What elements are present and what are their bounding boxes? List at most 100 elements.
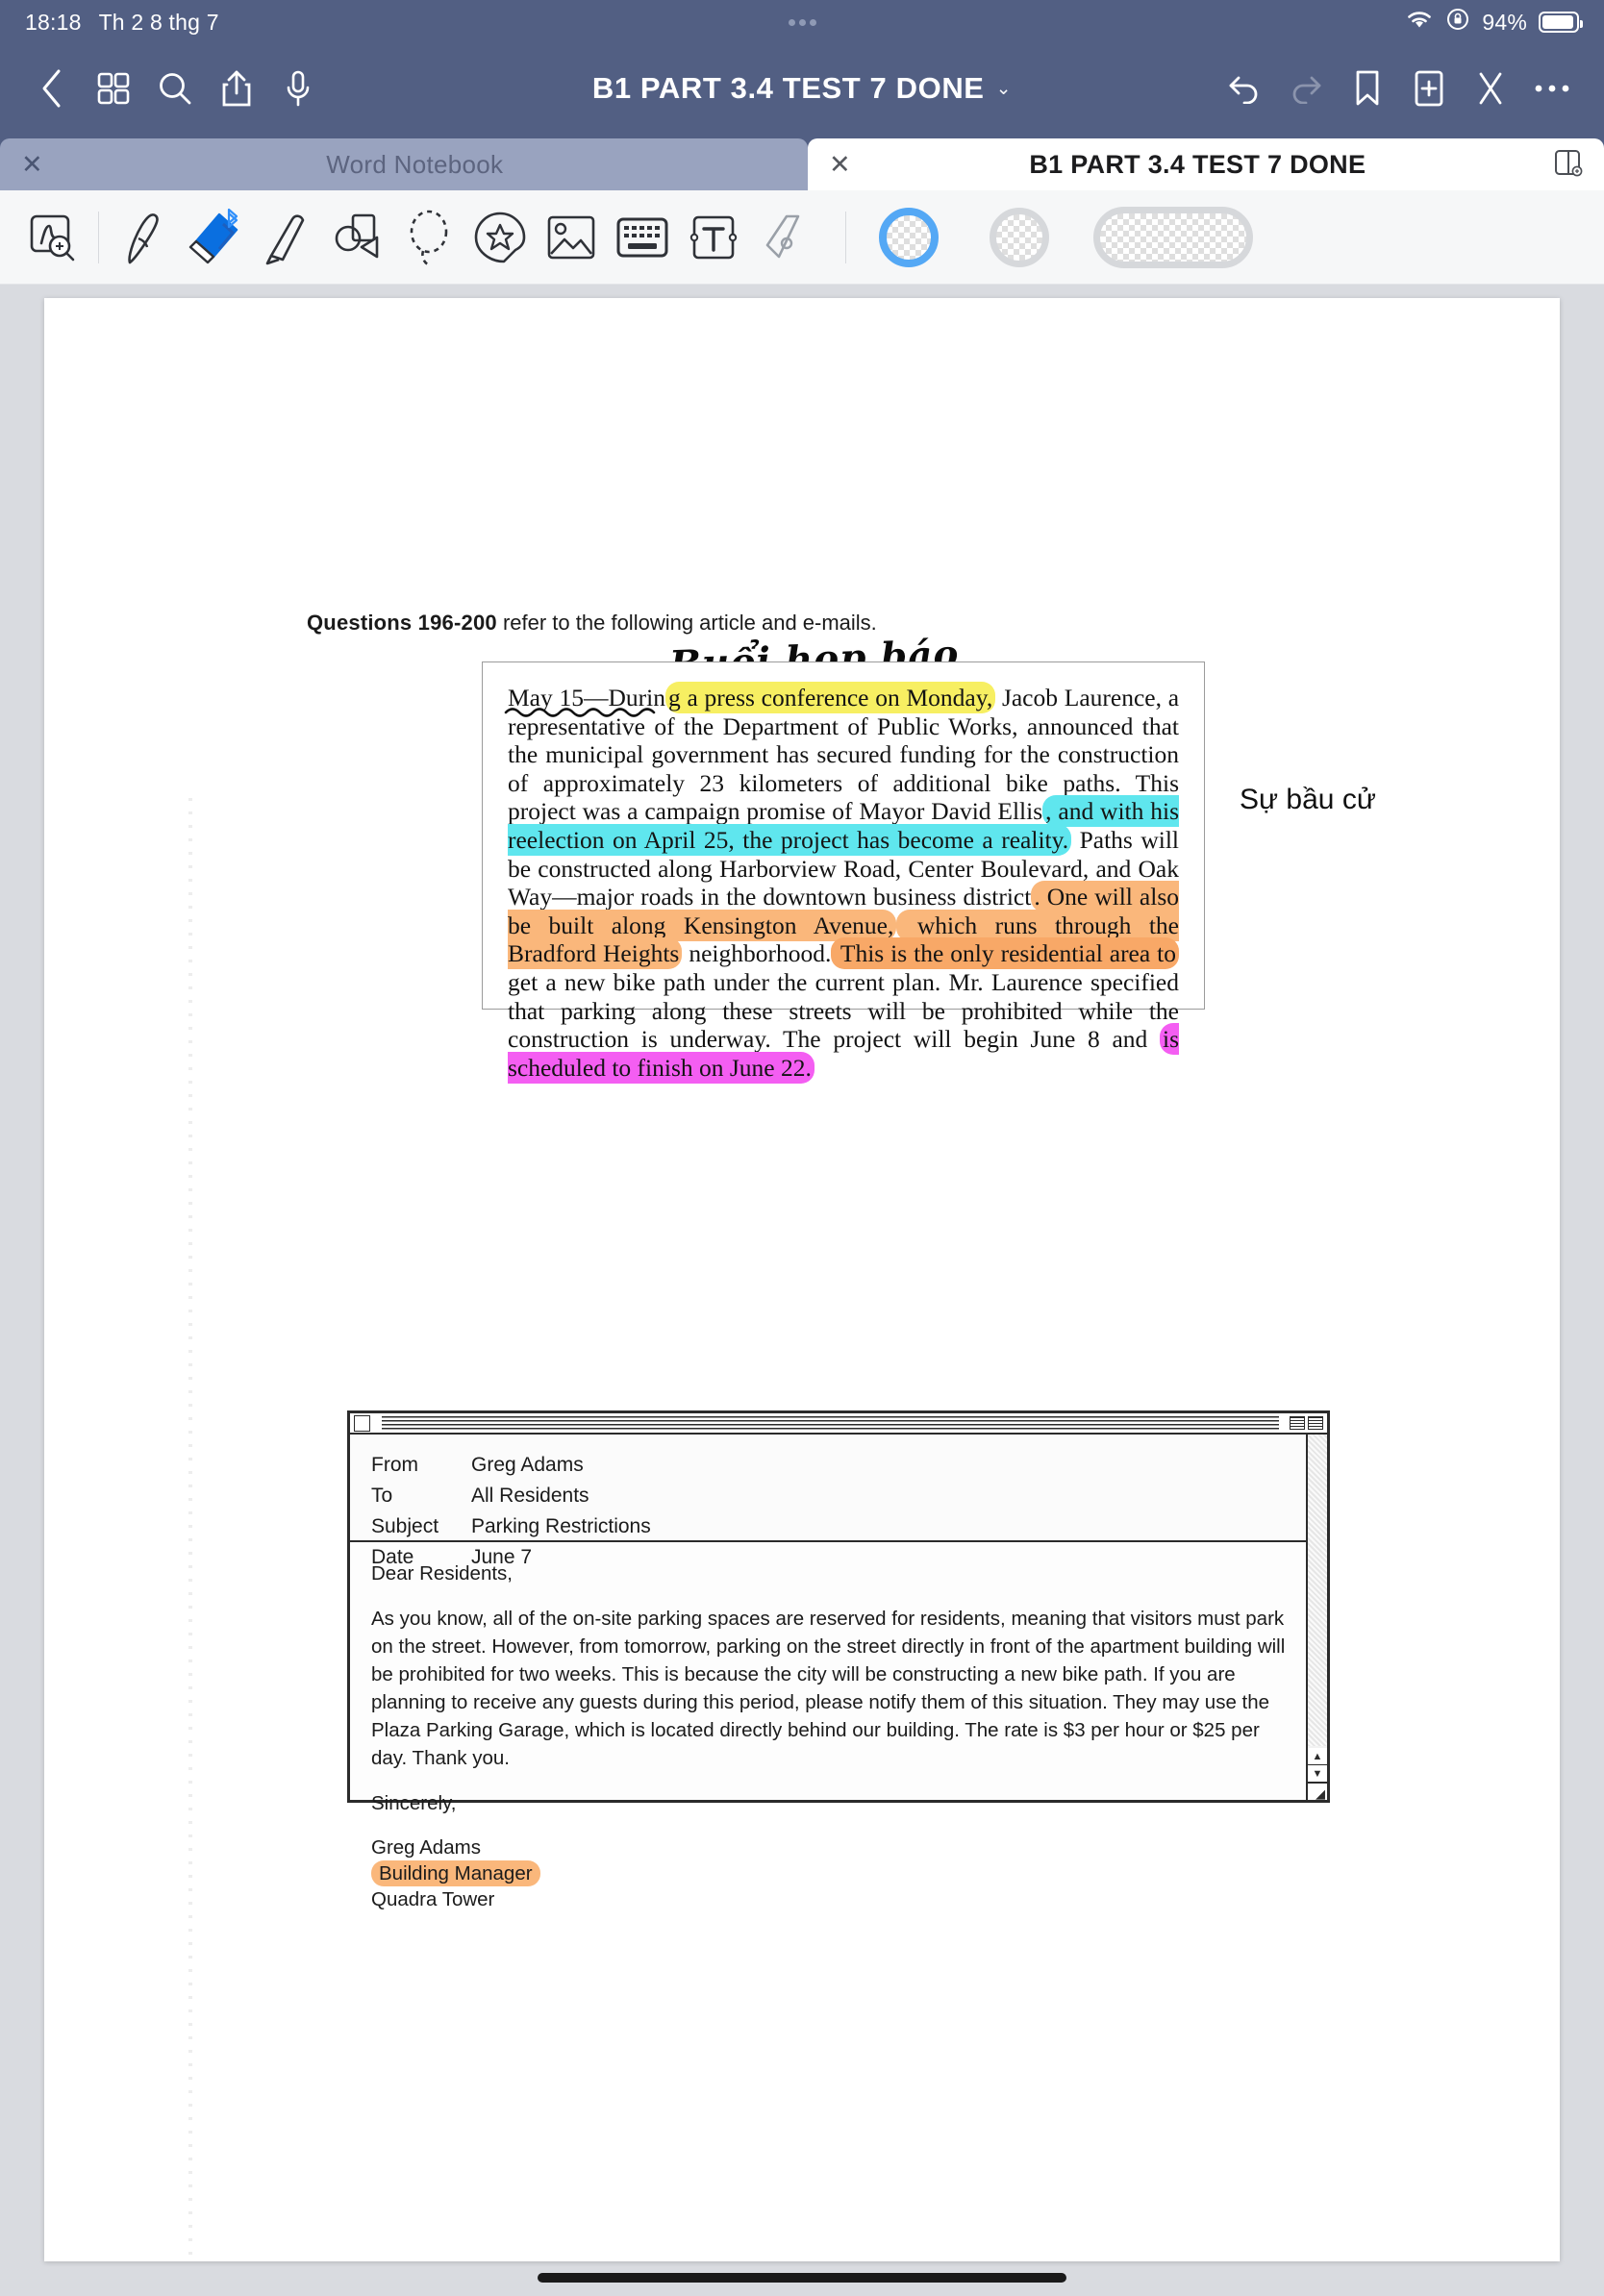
email-closing: Sincerely,: [371, 1792, 457, 1814]
more-options-icon[interactable]: [1521, 58, 1583, 119]
tab-close-icon[interactable]: ✕: [21, 151, 43, 178]
add-page-icon[interactable]: [1398, 58, 1460, 119]
email-signature-name: Greg Adams: [371, 1836, 481, 1859]
bluetooth-icon: [224, 208, 241, 238]
handwritten-squiggle-underline: [504, 708, 656, 717]
split-view-icon[interactable]: [1552, 147, 1583, 183]
ink-toolbar: [0, 190, 1604, 285]
email-field-label: Subject: [371, 1515, 439, 1537]
scroll-down-icon: ▼: [1312, 1767, 1323, 1780]
bookmark-icon[interactable]: [1337, 58, 1398, 119]
status-bar-right: 94%: [1405, 7, 1583, 37]
scroll-up-icon: ▲: [1312, 1750, 1323, 1762]
email-header-fields: From Greg Adams To All Residents Subject…: [350, 1435, 1327, 1568]
tab-b1-part-3-4-test-7-done[interactable]: ✕ B1 PART 3.4 TEST 7 DONE: [808, 138, 1604, 190]
email-scrollbar[interactable]: ▲ ▼: [1306, 1435, 1327, 1802]
status-time: 18:18: [25, 9, 82, 35]
battery-percent: 94%: [1482, 9, 1527, 35]
eraser-size-wide[interactable]: [1077, 196, 1269, 279]
questions-range: Questions 196-200: [307, 611, 497, 635]
search-icon[interactable]: [144, 58, 206, 119]
article-seg-8-highlight-orange: This is the only residential area to: [831, 937, 1179, 970]
email-field-label: To: [371, 1485, 393, 1507]
back-chevron-icon[interactable]: [21, 58, 83, 119]
eraser-size-small-swatch: [879, 207, 939, 267]
image-tool[interactable]: [536, 196, 607, 279]
eraser-tool[interactable]: [180, 196, 251, 279]
window-menu-icon[interactable]: [354, 1414, 370, 1432]
eraser-size-medium[interactable]: [962, 196, 1077, 279]
text-box-tool[interactable]: [678, 196, 749, 279]
shapes-tool[interactable]: [322, 196, 393, 279]
document-page[interactable]: Questions 196-200 refer to the following…: [44, 298, 1560, 2261]
email-field-date: Date June 7: [371, 1542, 1327, 1573]
tab-label: B1 PART 3.4 TEST 7 DONE: [1029, 149, 1366, 179]
window-maximize-icon[interactable]: [1308, 1416, 1323, 1430]
home-indicator[interactable]: [538, 2273, 1066, 2283]
battery-icon: [1539, 12, 1583, 33]
questions-heading: Questions 196-200 refer to the following…: [307, 611, 877, 636]
toolbar-divider: [98, 211, 99, 263]
typed-note-su-bau-cu: Sự bầu cử: [1240, 784, 1376, 815]
email-field-subject: Subject Parking Restrictions: [371, 1511, 1327, 1542]
scrollbar-buttons[interactable]: ▲ ▼: [1308, 1748, 1327, 1783]
email-signature-title-highlight: Building Manager: [371, 1860, 540, 1886]
toolbar-divider-2: [845, 211, 846, 263]
lasso-zoom-tool[interactable]: [17, 196, 88, 279]
sticker-tool[interactable]: [464, 196, 536, 279]
scroll-down-button[interactable]: ▼: [1308, 1765, 1327, 1783]
eraser-size-medium-swatch: [990, 207, 1049, 267]
grid-view-icon[interactable]: [83, 58, 144, 119]
email-title-bar: [350, 1413, 1327, 1435]
tab-close-icon[interactable]: ✕: [829, 151, 851, 178]
dynamic-island-indicator: [0, 18, 1604, 26]
share-icon[interactable]: [206, 58, 267, 119]
tag-tool[interactable]: [749, 196, 820, 279]
page-scan-artifacts: [188, 798, 192, 2259]
window-minimize-icon[interactable]: [1290, 1416, 1305, 1430]
microphone-icon[interactable]: [267, 58, 329, 119]
scissors-icon[interactable]: [1460, 58, 1521, 119]
navigation-bar: B1 PART 3.4 TEST 7 DONE ⌄: [0, 44, 1604, 133]
status-bar-left: 18:18 Th 2 8 thg 7: [25, 10, 219, 36]
email-field-value: June 7: [471, 1546, 533, 1568]
status-date: Th 2 8 thg 7: [98, 9, 219, 35]
note-canvas[interactable]: Questions 196-200 refer to the following…: [0, 285, 1604, 2296]
email-field-value: Greg Adams: [471, 1454, 584, 1476]
lasso-select-tool[interactable]: [393, 196, 464, 279]
email-body: Dear Residents, As you know, all of the …: [350, 1542, 1327, 1912]
pen-tool[interactable]: [109, 196, 180, 279]
keyboard-tool[interactable]: [607, 196, 678, 279]
ipad-notability-screen: 18:18 Th 2 8 thg 7 94% B1 PART 3.4 TEST …: [0, 0, 1604, 2296]
email-body-paragraph: As you know, all of the on-site parking …: [371, 1608, 1286, 1769]
eraser-size-small[interactable]: [856, 196, 962, 279]
email-signature-org: Quadra Tower: [371, 1888, 495, 1910]
article-paragraph: May 15—Durin g a press conference on Mond…: [508, 682, 1179, 1084]
email-field-label: Date: [371, 1546, 414, 1568]
undo-icon[interactable]: [1214, 58, 1275, 119]
nav-left-group: [21, 58, 329, 119]
eraser-size-wide-swatch: [1093, 206, 1253, 268]
tab-label: Word Notebook: [326, 149, 504, 179]
scroll-up-button[interactable]: ▲: [1308, 1748, 1327, 1765]
status-bar: 18:18 Th 2 8 thg 7 94%: [0, 0, 1604, 44]
email-window: From Greg Adams To All Residents Subject…: [347, 1410, 1330, 1910]
email-field-value: All Residents: [471, 1485, 589, 1507]
email-field-value: Parking Restrictions: [471, 1515, 651, 1537]
article-seg-9: get a new bike path under the current pl…: [508, 967, 1179, 1054]
email-field-from: From Greg Adams: [371, 1450, 1327, 1481]
scrollbar-track[interactable]: [1308, 1435, 1327, 1746]
nav-right-group: [1214, 58, 1583, 119]
chevron-down-icon[interactable]: ⌄: [996, 78, 1013, 100]
window-resize-grip[interactable]: [1308, 1783, 1327, 1802]
wifi-icon: [1405, 9, 1434, 37]
rotation-lock-icon: [1445, 7, 1470, 37]
email-field-label: From: [371, 1454, 418, 1476]
tab-strip: ✕ Word Notebook ✕ B1 PART 3.4 TEST 7 DON…: [0, 133, 1604, 190]
questions-instruction: refer to the following article and e-mai…: [502, 611, 877, 635]
tab-word-notebook[interactable]: ✕ Word Notebook: [0, 138, 808, 190]
highlighter-tool[interactable]: [251, 196, 322, 279]
article-seg-1-highlight-yellow: g a press conference on Monday,: [664, 682, 996, 713]
title-bar-stripes: [382, 1416, 1279, 1430]
document-title-text: B1 PART 3.4 TEST 7 DONE: [591, 71, 985, 105]
